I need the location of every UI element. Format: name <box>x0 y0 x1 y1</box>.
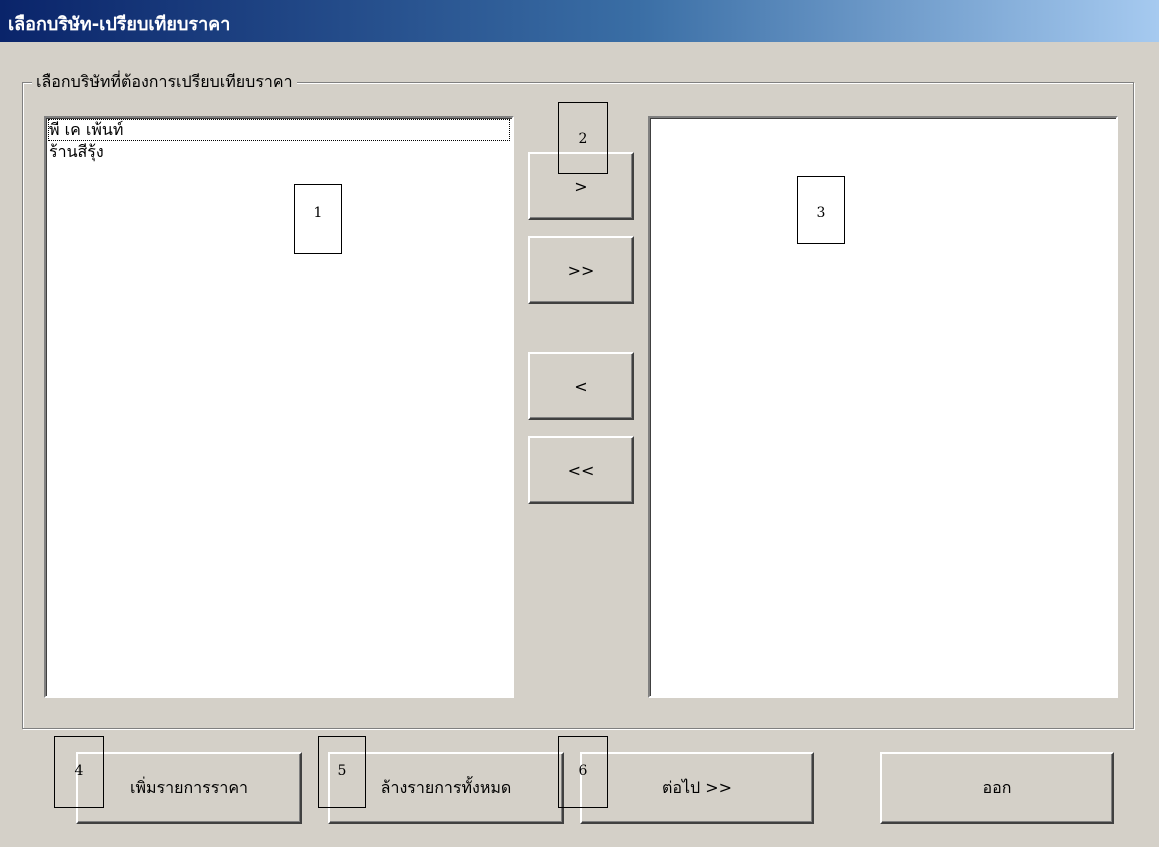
annotation-marker-4: 4 <box>54 736 104 808</box>
exit-button[interactable]: ออก <box>880 752 1114 824</box>
annotation-marker-6: 6 <box>558 736 608 808</box>
list-item[interactable]: ร้านสีรุ้ง <box>49 142 104 162</box>
annotation-marker-5: 5 <box>318 736 366 808</box>
next-button[interactable]: ต่อไป >> <box>580 752 814 824</box>
group-legend: เลือกบริษัทที่ต้องการเปรียบเทียบราคา <box>32 70 297 95</box>
add-price-button[interactable]: เพิ่มรายการราคา <box>76 752 302 824</box>
window-title: เลือกบริษัท-เปรียบเทียบราคา <box>8 14 231 35</box>
annotation-marker-3: 3 <box>797 176 845 244</box>
add-all-button[interactable]: >> <box>528 236 634 304</box>
title-bar: เลือกบริษัท-เปรียบเทียบราคา <box>0 0 1159 42</box>
remove-all-button[interactable]: << <box>528 436 634 504</box>
annotation-marker-1: 1 <box>294 184 342 254</box>
selected-companies-list[interactable] <box>648 116 1118 698</box>
remove-one-button[interactable]: < <box>528 352 634 420</box>
available-companies-list[interactable]: พี เค เพ้นท์ ร้านสีรุ้ง <box>44 116 514 698</box>
annotation-marker-2: 2 <box>558 102 608 174</box>
list-item[interactable]: พี เค เพ้นท์ <box>48 119 510 141</box>
